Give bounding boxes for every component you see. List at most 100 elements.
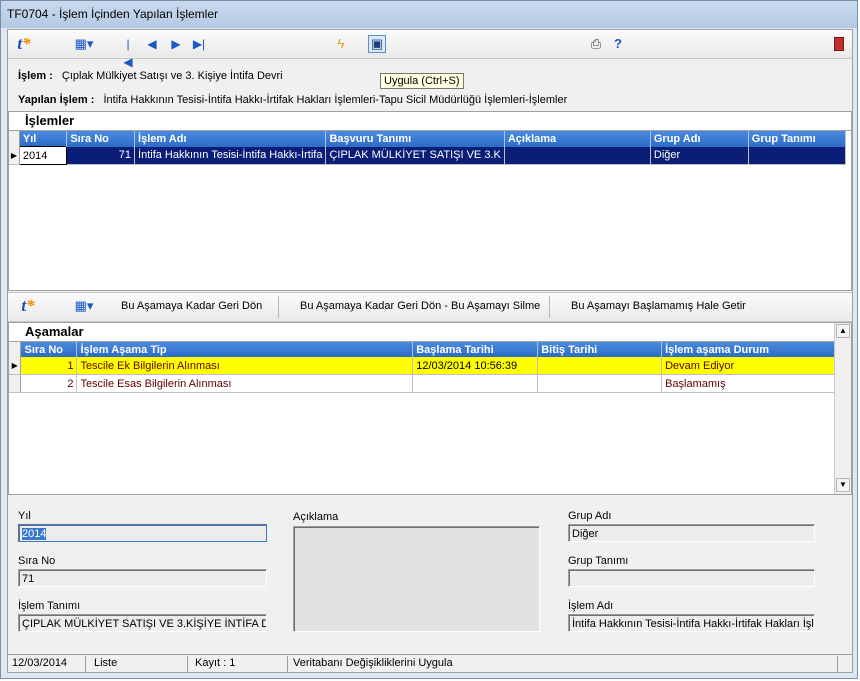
table-cell[interactable]: Başlamamış bbox=[661, 374, 836, 393]
grup-adi-label: Grup Adı bbox=[568, 510, 612, 522]
status-separator bbox=[85, 656, 86, 672]
save-tooltip: Uygula (Ctrl+S) bbox=[380, 73, 464, 89]
toolbar-separator bbox=[549, 296, 550, 318]
status-separator bbox=[287, 656, 288, 672]
grup-adi-field[interactable]: Diğer bbox=[568, 524, 815, 542]
table-row[interactable]: ▶ 2014 71 İntifa Hakkının Tesisi-İntifa … bbox=[9, 146, 847, 165]
column-header[interactable]: Grup Tanımı bbox=[748, 131, 847, 147]
lightning-icon[interactable]: ϟ bbox=[334, 35, 348, 53]
islemler-title: İşlemler bbox=[9, 112, 851, 131]
table-row[interactable]: ▶ 1 Tescile Ek Bilgilerin Alınması 12/03… bbox=[9, 357, 836, 375]
yil-field[interactable]: 2014 bbox=[18, 524, 267, 542]
asamalar-grid[interactable]: Sıra No İşlem Aşama Tip Başlama Tarihi B… bbox=[9, 342, 836, 393]
islem-value: Çıplak Mülkiyet Satışı ve 3. Kişiye İnti… bbox=[61, 70, 283, 82]
islem-adi-label: İşlem Adı bbox=[568, 600, 614, 612]
yil-label: Yıl bbox=[18, 510, 31, 522]
status-separator bbox=[187, 656, 188, 672]
grid-view-icon[interactable]: ▦▾ bbox=[72, 297, 96, 315]
aciklama-label: Açıklama bbox=[293, 511, 339, 523]
toolbar-separator bbox=[278, 296, 279, 318]
status-date: 12/03/2014 bbox=[12, 657, 68, 669]
sirano-field[interactable]: 71 bbox=[18, 569, 267, 587]
revert-without-delete-button[interactable]: Bu Aşamaya Kadar Geri Dön - Bu Aşamayı S… bbox=[300, 300, 540, 312]
table-cell[interactable]: 12/03/2014 10:56:39 bbox=[412, 357, 539, 375]
yapilan-islem-value: İntifa Hakkının Tesisi-İntifa Hakkı-İrti… bbox=[103, 94, 568, 106]
table-cell[interactable] bbox=[748, 146, 847, 165]
column-header[interactable]: Yıl bbox=[19, 131, 68, 147]
next-record-icon[interactable]: ▶ bbox=[170, 35, 182, 53]
column-header[interactable]: İşlem Aşama Tip bbox=[76, 342, 414, 357]
column-header[interactable]: İşlem aşama Durum bbox=[661, 342, 836, 357]
app-window: TF0704 - İşlem İçinden Yapılan İşlemler … bbox=[0, 0, 858, 679]
column-header[interactable]: Başvuru Tanımı bbox=[325, 131, 505, 147]
grid-view-icon[interactable]: ▦▾ bbox=[72, 35, 96, 53]
islem-tanimi-field[interactable]: ÇIPLAK MÜLKİYET SATIŞI VE 3.KİŞİYE İNTİF… bbox=[18, 614, 267, 632]
last-record-icon[interactable]: ▶| bbox=[192, 35, 206, 53]
islem-adi-field[interactable]: İntifa Hakkının Tesisi-İntifa Hakkı-İrti… bbox=[568, 614, 815, 632]
status-separator bbox=[837, 656, 838, 672]
detail-form: Yıl 2014 Sıra No 71 İşlem Tanımı ÇIPLAK … bbox=[8, 496, 852, 654]
table-cell[interactable]: 2 bbox=[20, 374, 78, 393]
yapilan-islem-info: Yapılan İşlem : İntifa Hakkının Tesisi-İ… bbox=[18, 94, 567, 106]
table-cell[interactable]: ÇIPLAK MÜLKİYET SATIŞI VE 3.K bbox=[325, 146, 505, 165]
islemler-grid[interactable]: Yıl Sıra No İşlem Adı Başvuru Tanımı Açı… bbox=[9, 131, 847, 165]
table-cell[interactable]: 1 bbox=[20, 357, 78, 375]
table-cell[interactable]: 2014 bbox=[18, 146, 68, 165]
table-row[interactable]: 2 Tescile Esas Bilgilerin Alınması Başla… bbox=[9, 374, 836, 393]
column-header[interactable]: İşlem Adı bbox=[134, 131, 327, 147]
asamalar-header-row: Sıra No İşlem Aşama Tip Başlama Tarihi B… bbox=[9, 342, 836, 357]
client-area: t* ▦▾ |◀ ◀ ▶ ▶| ϟ ▣ ⎙ ? Uygula (Ctrl+S) … bbox=[7, 29, 853, 673]
table-cell[interactable] bbox=[504, 146, 651, 165]
first-record-icon[interactable]: |◀ bbox=[122, 35, 134, 69]
set-stage-not-started-button[interactable]: Bu Aşamayı Başlamamış Hale Getir bbox=[571, 300, 746, 312]
grup-tanimi-field[interactable] bbox=[568, 569, 815, 587]
revert-to-stage-button[interactable]: Bu Aşamaya Kadar Geri Dön bbox=[121, 300, 262, 312]
yapilan-islem-label: Yapılan İşlem : bbox=[18, 94, 95, 106]
table-cell[interactable]: Devam Ediyor bbox=[661, 357, 836, 375]
title-bar: TF0704 - İşlem İçinden Yapılan İşlemler bbox=[1, 1, 857, 28]
islemler-panel: İşlemler Yıl Sıra No İşlem Adı Başvuru T… bbox=[8, 111, 852, 291]
main-toolbar: t* ▦▾ |◀ ◀ ▶ ▶| ϟ ▣ ⎙ ? bbox=[8, 30, 852, 69]
exit-icon[interactable] bbox=[834, 37, 844, 51]
table-cell[interactable] bbox=[537, 374, 663, 393]
column-header[interactable]: Sıra No bbox=[20, 342, 78, 357]
app-logo-icon[interactable]: t* bbox=[18, 297, 38, 315]
islem-info: İşlem : Çıplak Mülkiyet Satışı ve 3. Kiş… bbox=[18, 70, 283, 82]
scroll-down-icon[interactable]: ▼ bbox=[836, 478, 850, 492]
status-record-count: Kayıt : 1 bbox=[195, 657, 236, 669]
yil-value: 2014 bbox=[22, 528, 47, 540]
column-header[interactable]: Açıklama bbox=[504, 131, 651, 147]
scroll-up-icon[interactable]: ▲ bbox=[836, 324, 850, 338]
stages-toolbar: t* ▦▾ Bu Aşamaya Kadar Geri Dön Bu Aşama… bbox=[8, 292, 852, 322]
current-row-indicator-icon: ▶ bbox=[9, 357, 22, 375]
table-cell[interactable]: İntifa Hakkının Tesisi-İntifa Hakkı-İrti… bbox=[134, 146, 327, 165]
save-icon[interactable]: ▣ bbox=[368, 35, 386, 53]
column-header[interactable]: Başlama Tarihi bbox=[412, 342, 539, 357]
column-header[interactable]: Grup Adı bbox=[650, 131, 749, 147]
table-cell[interactable]: 71 bbox=[66, 146, 136, 165]
aciklama-field[interactable] bbox=[293, 526, 540, 632]
current-row-indicator-icon: ▶ bbox=[9, 146, 20, 165]
table-cell[interactable]: Diğer bbox=[650, 146, 749, 165]
row-indicator-header bbox=[9, 131, 20, 147]
print-icon[interactable]: ⎙ bbox=[588, 35, 604, 53]
app-logo-icon[interactable]: t* bbox=[14, 35, 34, 53]
sirano-label: Sıra No bbox=[18, 555, 56, 567]
column-header[interactable]: Bitiş Tarihi bbox=[537, 342, 663, 357]
table-cell[interactable]: Tescile Ek Bilgilerin Alınması bbox=[76, 357, 414, 375]
islemler-header-row: Yıl Sıra No İşlem Adı Başvuru Tanımı Açı… bbox=[9, 131, 847, 147]
help-icon[interactable]: ? bbox=[612, 35, 624, 53]
asamalar-title: Aşamalar bbox=[9, 323, 837, 342]
table-cell[interactable]: Tescile Esas Bilgilerin Alınması bbox=[76, 374, 414, 393]
previous-record-icon[interactable]: ◀ bbox=[146, 35, 158, 53]
islem-tanimi-label: İşlem Tanımı bbox=[18, 600, 81, 612]
islem-label: İşlem : bbox=[18, 70, 53, 82]
status-message: Veritabanı Değişikliklerini Uygula bbox=[293, 657, 453, 669]
column-header[interactable]: Sıra No bbox=[66, 131, 136, 147]
table-cell[interactable] bbox=[412, 374, 539, 393]
table-cell[interactable] bbox=[537, 357, 663, 375]
status-bar: 12/03/2014 Liste Kayıt : 1 Veritabanı De… bbox=[8, 654, 852, 672]
grup-tanimi-label: Grup Tanımı bbox=[568, 555, 629, 567]
row-indicator-header bbox=[9, 342, 22, 357]
asamalar-scrollbar[interactable]: ▲ ▼ bbox=[834, 323, 851, 494]
